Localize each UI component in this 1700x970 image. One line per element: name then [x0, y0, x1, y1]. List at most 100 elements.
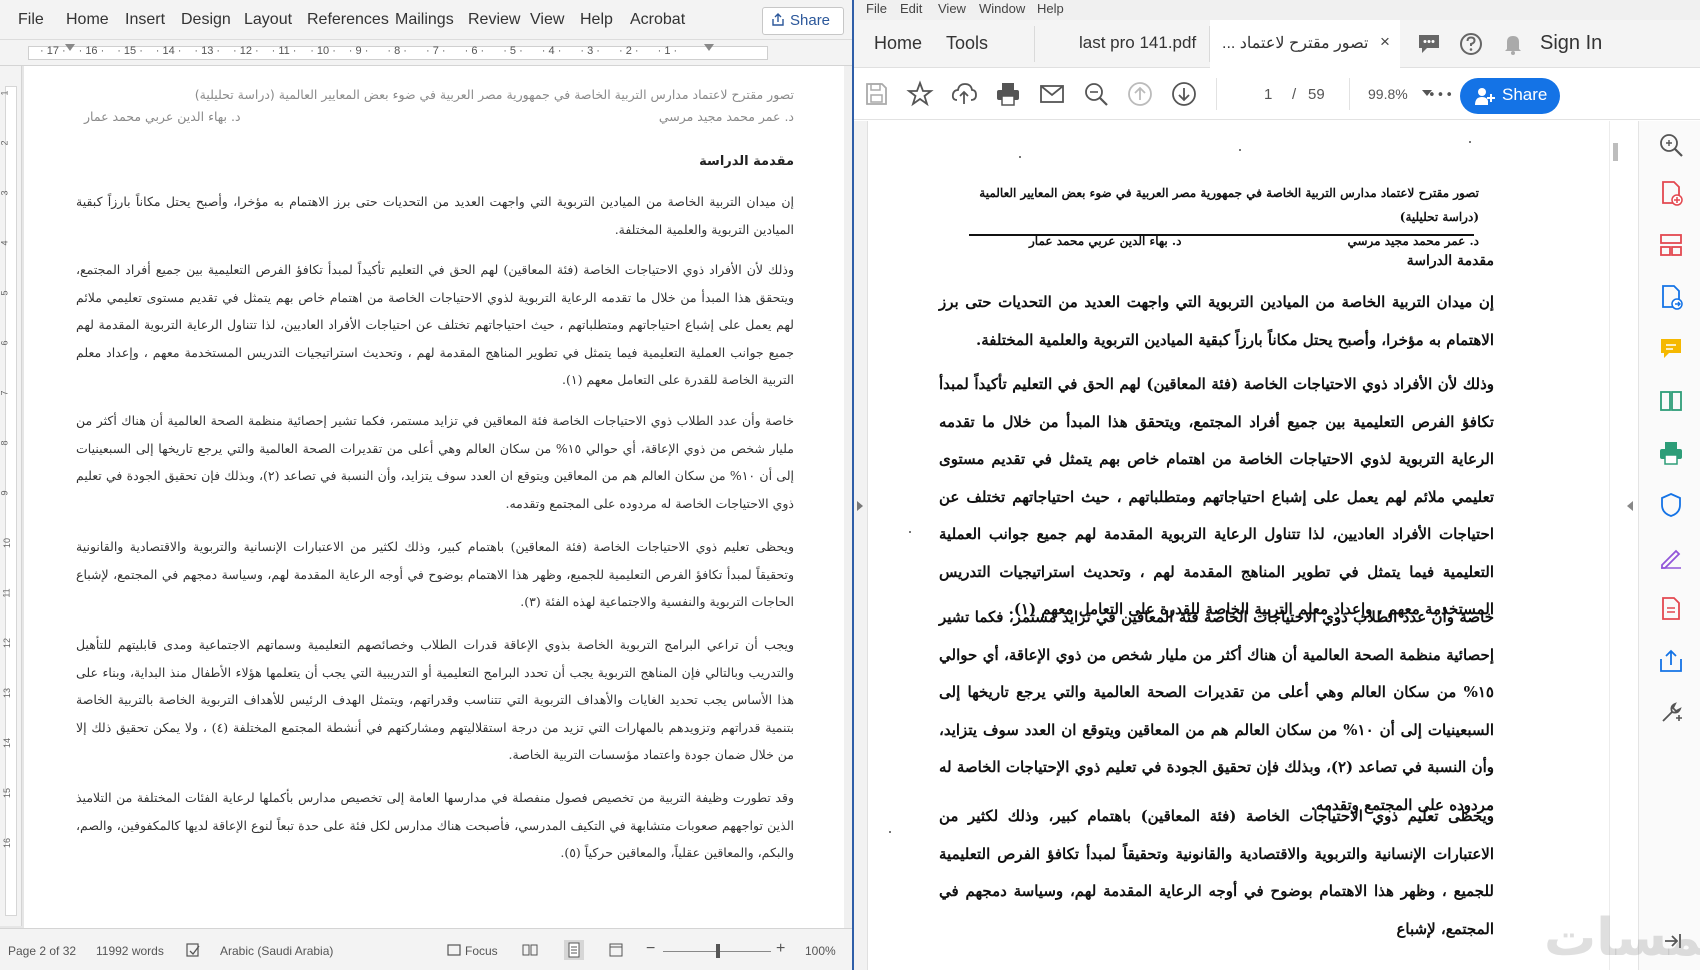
fill-sign-icon[interactable]	[1657, 543, 1685, 571]
focus-button[interactable]: Focus	[465, 944, 498, 958]
page-separator: /	[1292, 86, 1297, 103]
acrobat-toolbar: 1 / 59 99.8% ••• Share	[854, 68, 1700, 120]
sign-in-button[interactable]: Sign In	[1540, 32, 1602, 55]
menu-acrobat[interactable]: Acrobat	[630, 11, 685, 29]
share-button[interactable]: Share	[762, 7, 844, 35]
scan-speck	[1019, 156, 1021, 158]
page-total: 59	[1308, 86, 1325, 103]
export-pdf-icon[interactable]	[1657, 283, 1685, 311]
vertical-ruler-number: 16	[2, 837, 13, 849]
read-mode-icon[interactable]	[522, 942, 538, 958]
email-icon[interactable]	[1038, 80, 1066, 108]
doc-paragraph: إن ميدان التربية الخاصة من الميادين التر…	[76, 194, 794, 237]
scan-speck	[909, 531, 911, 533]
doc-paragraph: وقد تطورت وظيفة التربية من تخصيص فصول من…	[76, 790, 794, 860]
help-icon[interactable]	[1457, 30, 1485, 58]
share-file-icon[interactable]	[1657, 647, 1685, 675]
acrobat-share-button[interactable]: Share	[1460, 78, 1560, 114]
ruler-number: · 8 ·	[387, 45, 407, 57]
organize-pages-icon[interactable]	[1657, 231, 1685, 259]
expand-left-arrow-icon	[857, 501, 863, 511]
horizontal-ruler[interactable]: · 17 · · 16 · · 15 · · 14 · · 13 · · 12 · · 11…	[0, 40, 852, 66]
first-line-indent-marker[interactable]	[704, 44, 714, 51]
zoom-out-button[interactable]: −	[646, 940, 655, 958]
language-indicator[interactable]: Arabic (Saudi Arabia)	[220, 944, 333, 958]
doc-heading: مقدمة الدراسة	[699, 154, 794, 169]
menu-references[interactable]: References	[307, 11, 389, 29]
protect-shield-icon[interactable]	[1657, 491, 1685, 519]
more-tools-wrench-icon[interactable]	[1657, 699, 1685, 727]
proofing-icon[interactable]	[185, 942, 201, 958]
menu-home[interactable]: Home	[66, 11, 109, 29]
ruler-number: · 5 ·	[503, 45, 523, 57]
menu-design[interactable]: Design	[181, 11, 231, 29]
acro-menu-help[interactable]: Help	[1037, 1, 1064, 16]
page-number-input[interactable]: 1	[1264, 86, 1272, 103]
tab-doc2-label: تصور مقترح لاعتماد ...	[1222, 35, 1369, 52]
tab-home[interactable]: Home	[854, 20, 934, 68]
menu-mailings[interactable]: Mailings	[395, 11, 454, 29]
vertical-ruler-number: 9	[0, 490, 10, 496]
menu-review[interactable]: Review	[468, 11, 520, 29]
menu-insert[interactable]: Insert	[125, 11, 165, 29]
menu-layout[interactable]: Layout	[244, 11, 292, 29]
edit-pdf-icon[interactable]	[1657, 595, 1685, 623]
right-indent-marker[interactable]	[65, 44, 75, 51]
vertical-ruler-number: 8	[0, 440, 10, 446]
web-layout-icon[interactable]	[608, 942, 624, 958]
page-count[interactable]: Page 2 of 32	[8, 944, 76, 958]
doc-header-author1: د. عمر محمد مجيد مرسي	[658, 109, 794, 124]
zoom-in-button[interactable]: +	[776, 940, 785, 958]
ruler-number: · 2 ·	[619, 45, 639, 57]
tab-document-1[interactable]: last pro 141.pdf	[1034, 20, 1209, 68]
word-count[interactable]: 11992 words	[96, 944, 164, 958]
close-tab-icon[interactable]: ×	[1380, 32, 1390, 52]
vertical-ruler-number: 15	[2, 787, 13, 799]
tab-tools[interactable]: Tools	[934, 20, 1034, 68]
pdf-scrollbar-thumb[interactable]	[1613, 143, 1618, 161]
acro-menu-window[interactable]: Window	[979, 1, 1025, 16]
print-layout-icon[interactable]	[564, 940, 584, 960]
pdf-paragraph: وذلك لأن الأفراد ذوي الاحتياجات الخاصة (…	[939, 375, 1494, 618]
acro-menu-view[interactable]: View	[938, 1, 966, 16]
menu-file[interactable]: File	[18, 11, 44, 29]
zoom-level-input[interactable]: 99.8%	[1368, 86, 1408, 102]
bookmark-star-icon[interactable]	[906, 80, 934, 108]
page-down-icon[interactable]	[1170, 80, 1198, 108]
vertical-ruler-number: 7	[0, 390, 10, 396]
scan-speck	[889, 831, 891, 833]
word-scrollbar[interactable]	[844, 66, 852, 928]
print-production-icon[interactable]	[1657, 439, 1685, 467]
zoom-level[interactable]: 100%	[805, 944, 836, 958]
zoom-search-icon[interactable]	[1082, 80, 1110, 108]
acro-menu-file[interactable]: File	[866, 1, 887, 16]
vertical-ruler-number: 1	[0, 90, 10, 96]
zoom-slider-thumb[interactable]	[716, 944, 720, 958]
acro-menu-edit[interactable]: Edit	[900, 1, 922, 16]
notification-bell-icon[interactable]	[1499, 30, 1527, 58]
enhance-scan-icon[interactable]	[1657, 131, 1685, 159]
pdf-viewer[interactable]: تصور مقترح لاعتماد مدارس التربية الخاصة …	[869, 121, 1609, 970]
cloud-upload-icon[interactable]	[950, 80, 978, 108]
menu-help[interactable]: Help	[580, 11, 613, 29]
acrobat-share-label: Share	[1502, 85, 1548, 104]
pdf-paragraph: ويحظى تعليم ذوي الاحتياجات الخاصة (فئة ا…	[939, 807, 1494, 938]
save-icon[interactable]	[862, 80, 890, 108]
pdf-header-author1: د. عمر محمد مجيد مرسي	[1347, 234, 1479, 248]
share-label: Share	[790, 12, 831, 29]
menu-view[interactable]: View	[530, 11, 564, 29]
compare-files-icon[interactable]	[1657, 387, 1685, 415]
print-icon[interactable]	[994, 80, 1022, 108]
document-page[interactable]: تصور مقترح لاعتماد مدارس التربية الخاصة …	[24, 66, 844, 928]
page-up-icon[interactable]	[1126, 80, 1154, 108]
right-panel-toggle[interactable]	[1624, 121, 1638, 970]
left-panel-toggle[interactable]	[854, 121, 868, 970]
more-tools-button[interactable]: •••	[1428, 88, 1454, 103]
comment-icon[interactable]	[1415, 30, 1443, 58]
ruler-number: · 10 ·	[310, 45, 336, 57]
ruler-number: · 1 ·	[657, 45, 678, 57]
comment-tool-icon[interactable]	[1657, 335, 1685, 363]
pdf-scrollbar[interactable]	[1609, 121, 1621, 970]
create-pdf-icon[interactable]	[1657, 179, 1685, 207]
tab-document-2[interactable]: تصور مقترح لاعتماد ... ×	[1210, 20, 1400, 68]
